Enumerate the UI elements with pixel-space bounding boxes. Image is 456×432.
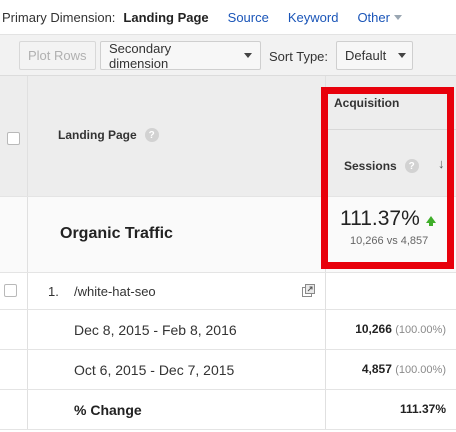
period-row: Dec 8, 2015 - Feb 8, 2016 10,266 (100.00… <box>0 310 456 350</box>
help-icon[interactable]: ? <box>144 128 159 142</box>
row-metric-cell <box>326 273 456 309</box>
select-all-checkbox[interactable] <box>7 132 20 145</box>
period-metric-cell: 4,857 (100.00%) <box>326 350 456 389</box>
acquisition-group-header: Acquisition <box>334 96 400 110</box>
period-sessions-value: 4,857 <box>361 362 392 376</box>
period-sessions-pct: (100.00%) <box>395 324 446 336</box>
summary-change-value: 111.37% <box>340 207 420 230</box>
chevron-down-icon <box>398 53 407 58</box>
dimension-landing-page[interactable]: Landing Page <box>123 10 208 25</box>
landing-page-link[interactable]: /white-hat-seo <box>74 284 156 299</box>
plot-rows-button[interactable]: Plot Rows <box>19 41 96 70</box>
period-check-cell <box>0 310 28 349</box>
period-range-cell: Dec 8, 2015 - Feb 8, 2016 <box>28 310 326 349</box>
period-range-cell: Oct 6, 2015 - Dec 7, 2015 <box>28 350 326 389</box>
sessions-header[interactable]: Sessions ? <box>344 159 419 173</box>
change-metric-cell: 111.37% <box>326 390 456 429</box>
sort-type-label: Sort Type: <box>269 49 329 64</box>
segment-label: Organic Traffic <box>60 225 173 242</box>
sort-type-value: Default <box>345 48 387 63</box>
help-icon[interactable]: ? <box>404 159 419 173</box>
period-metric-cell: 10,266 (100.00%) <box>326 310 456 349</box>
secondary-dimension-label: Secondary dimension <box>109 40 172 71</box>
header-metric-cell: Acquisition Sessions ? ↓ <box>326 76 456 196</box>
change-label: % Change <box>74 402 142 418</box>
period-sessions-pct: (100.00%) <box>395 364 446 376</box>
period-row: Oct 6, 2015 - Dec 7, 2015 4,857 (100.00%… <box>0 350 456 390</box>
table-header: Landing Page ? Acquisition Sessions ? ↓ <box>0 76 456 197</box>
dimension-source-link[interactable]: Source <box>228 10 269 25</box>
header-check-cell <box>0 76 28 196</box>
arrow-up-icon <box>425 215 436 226</box>
row-index: 1. <box>48 284 59 299</box>
period-range: Oct 6, 2015 - Dec 7, 2015 <box>74 362 235 378</box>
table-row: 1. /white-hat-seo <box>0 273 456 310</box>
summary-change: 111.37% <box>340 207 436 231</box>
row-checkbox[interactable] <box>4 284 17 297</box>
change-value: 111.37% <box>399 402 446 416</box>
change-row: % Change 111.37% <box>0 390 456 430</box>
summary-check-cell <box>0 197 28 272</box>
landing-page-header[interactable]: Landing Page ? <box>58 128 159 142</box>
landing-page-header-label: Landing Page <box>58 128 137 142</box>
secondary-dimension-dropdown[interactable]: Secondary dimension <box>100 40 261 71</box>
row-check-cell <box>0 273 28 309</box>
period-sessions-value: 10,266 <box>355 322 392 336</box>
open-page-icon[interactable] <box>302 284 315 297</box>
primary-dimension-bar: Primary Dimension: Landing Page Source K… <box>0 0 456 34</box>
summary-label-cell: Organic Traffic <box>28 197 326 272</box>
period-range: Dec 8, 2015 - Feb 8, 2016 <box>74 322 237 338</box>
summary-row: Organic Traffic 111.37% 10,266 vs 4,857 <box>0 197 456 273</box>
plot-rows-label: Plot Rows <box>28 48 87 63</box>
dimension-other-label: Other <box>357 9 390 25</box>
primary-dimension-label: Primary Dimension: <box>2 9 116 25</box>
sort-type-dropdown[interactable]: Default <box>336 41 413 70</box>
change-label-cell: % Change <box>28 390 326 429</box>
chevron-down-icon <box>244 53 252 58</box>
header-landing-page-cell: Landing Page ? <box>28 76 326 196</box>
dimension-keyword-link[interactable]: Keyword <box>288 10 339 25</box>
header-divider <box>326 129 456 130</box>
sessions-header-label: Sessions <box>344 159 397 173</box>
period-sessions: 4,857 (100.00%) <box>362 362 446 376</box>
change-check-cell <box>0 390 28 429</box>
table-toolbar: Plot Rows Secondary dimension Sort Type:… <box>0 34 456 76</box>
sort-descending-icon[interactable]: ↓ <box>438 156 445 171</box>
row-page-cell: 1. /white-hat-seo <box>28 273 326 309</box>
summary-comparison: 10,266 vs 4,857 <box>350 235 429 247</box>
period-sessions: 10,266 (100.00%) <box>355 322 446 336</box>
chevron-down-icon <box>393 14 402 20</box>
period-check-cell <box>0 350 28 389</box>
summary-metric-cell: 111.37% 10,266 vs 4,857 <box>326 197 456 272</box>
dimension-other-dropdown[interactable]: Other <box>357 10 402 25</box>
